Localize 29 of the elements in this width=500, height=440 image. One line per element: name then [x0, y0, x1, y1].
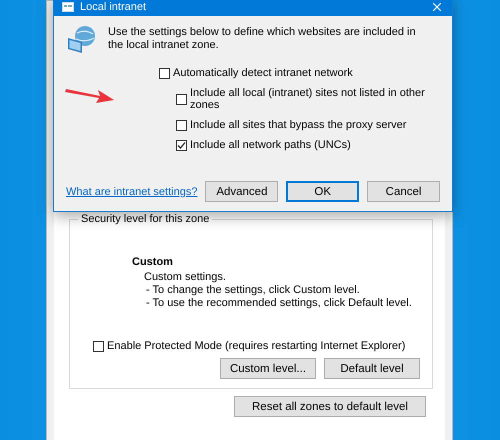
option-label: Include all local (intranet) sites not listed in other zones [190, 87, 426, 111]
checkbox[interactable] [176, 120, 187, 130]
checkmark-icon [177, 140, 186, 150]
close-icon[interactable] [430, 0, 444, 14]
checkbox[interactable] [176, 140, 187, 150]
reset-zones-button[interactable]: Reset all zones to default level [234, 396, 426, 417]
dialog-description: Use the settings below to define which websites are included in the local intranet zone. [108, 26, 417, 53]
default-level-button[interactable]: Default level [324, 358, 420, 379]
option-label: Include all network paths (UNCs) [190, 139, 351, 151]
option-label: Include all sites that bypass the proxy server [190, 119, 406, 131]
level-description: - To use the recommended settings, click Default level. [146, 297, 413, 310]
globe-computer-icon [66, 25, 98, 55]
help-link[interactable]: What are intranet settings? [66, 186, 198, 198]
dialog-button[interactable]: Advanced [205, 181, 278, 202]
arrow-drawing [64, 86, 116, 104]
dialog-button[interactable]: Cancel [367, 181, 440, 202]
custom-level-button[interactable]: Custom level... [220, 358, 316, 379]
level-description: - To change the settings, click Custom level. [146, 284, 361, 297]
option-label: Automatically detect intranet network [173, 67, 353, 79]
window-title: Local intranet [80, 0, 148, 12]
level-description: Custom settings. [144, 271, 227, 284]
checkbox[interactable] [176, 94, 187, 104]
window-icon [62, 0, 74, 12]
level-name: Custom [132, 256, 174, 268]
group-label: Security level for this zone [78, 213, 212, 225]
checkbox[interactable] [159, 68, 170, 78]
protected-mode-label: Enable Protected Mode (requires restarting Internet Explorer) [107, 340, 406, 352]
checkbox[interactable] [93, 340, 104, 352]
dialog-button[interactable]: OK [286, 181, 360, 202]
